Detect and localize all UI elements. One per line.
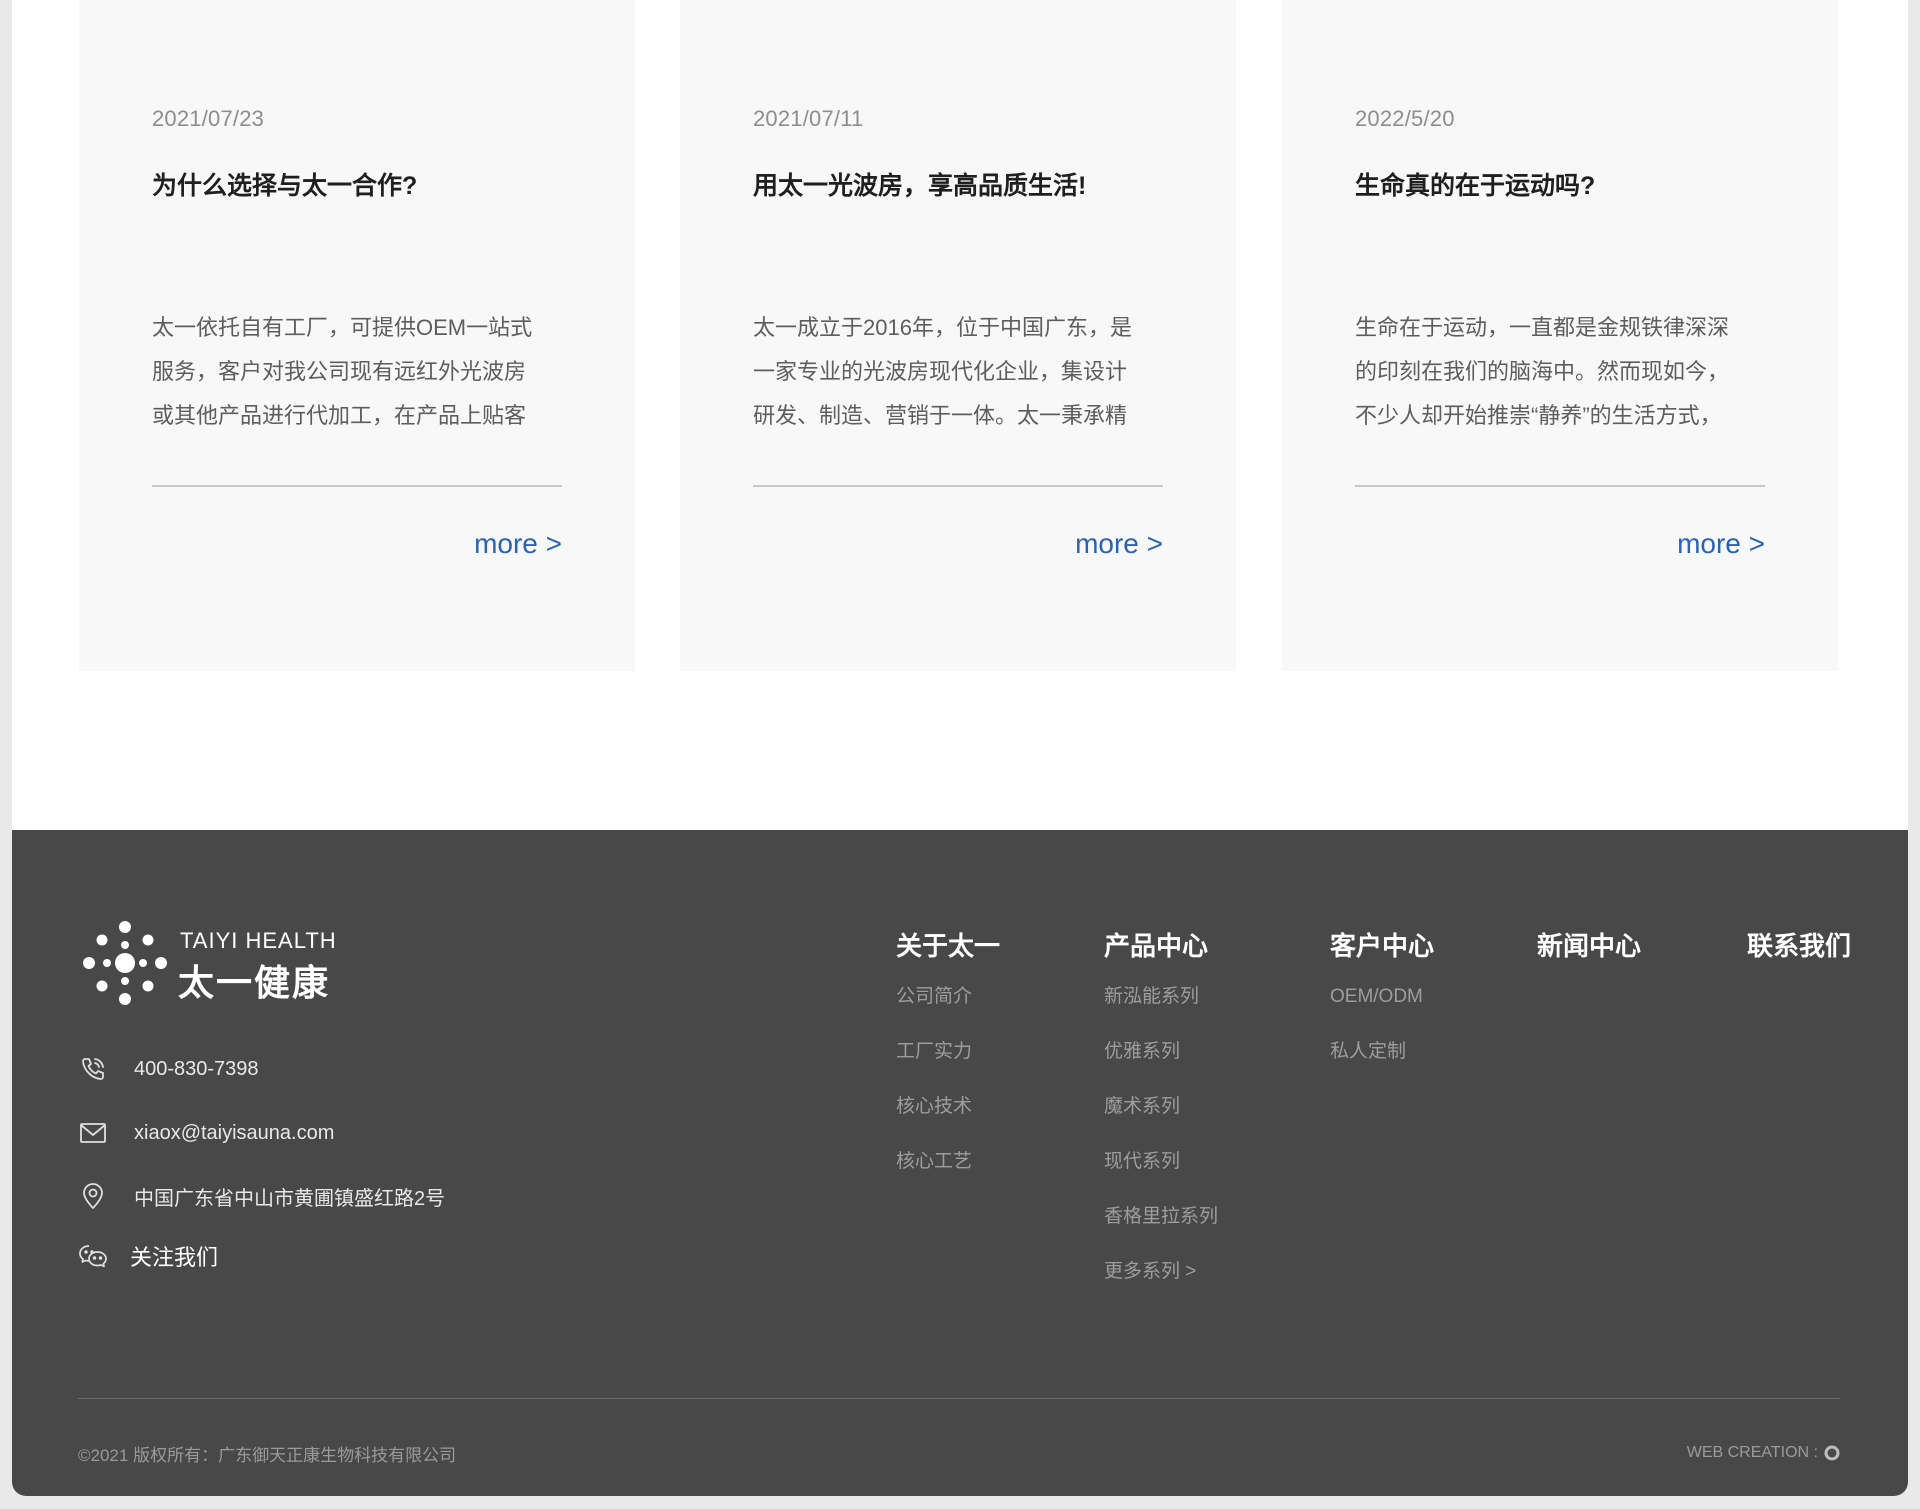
contact-email: xiaox@taiyisauna.com	[78, 1116, 334, 1150]
contact-address: 中国广东省中山市黄圃镇盛红路2号	[78, 1179, 445, 1213]
more-link[interactable]: more >	[474, 528, 562, 560]
excerpt-line: 生命在于运动，一直都是金规铁律深深	[1355, 315, 1730, 340]
more-link[interactable]: more >	[1677, 528, 1765, 560]
more-link[interactable]: more >	[1075, 528, 1163, 560]
footer-nav-products: 产品中心 新泓能系列 优雅系列 魔术系列 现代系列 香格里拉系列 更多系列 >	[1104, 926, 1218, 1317]
location-pin-icon	[78, 1181, 108, 1211]
footer-nav-about: 关于太一 公司简介 工厂实力 核心技术 核心工艺	[896, 926, 1000, 1207]
web-creation-logo-icon	[1824, 1445, 1840, 1461]
excerpt-line: 不少人却开始推崇“静养”的生活方式，	[1355, 403, 1722, 428]
footer-nav-link[interactable]: OEM/ODM	[1330, 987, 1434, 1042]
copyright-text: ©2021 版权所有：广东御天正康生物科技有限公司	[78, 1446, 457, 1465]
card-divider	[152, 485, 562, 487]
footer-nav-link[interactable]: 私人定制	[1330, 1042, 1434, 1097]
site-footer: TAIYI HEALTH 太一健康 400-830-7398 xiaox@tai…	[12, 830, 1908, 1496]
footer-nav-link[interactable]: 公司简介	[896, 987, 1000, 1042]
news-date: 2021/07/23	[152, 106, 265, 131]
footer-divider	[78, 1398, 1840, 1399]
news-title[interactable]: 用太一光波房，享高品质生活!	[753, 166, 1086, 202]
excerpt-line: 太一依托自有工厂，可提供OEM一站式	[152, 315, 533, 340]
footer-nav-news: 新闻中心	[1537, 926, 1641, 963]
footer-nav-heading[interactable]: 联系我们	[1747, 926, 1851, 963]
news-title[interactable]: 生命真的在于运动吗?	[1355, 166, 1595, 202]
phone-number[interactable]: 400-830-7398	[134, 1058, 259, 1081]
wechat-icon[interactable]	[78, 1241, 108, 1271]
news-title[interactable]: 为什么选择与太一合作?	[152, 166, 417, 202]
news-date: 2022/5/20	[1355, 106, 1455, 131]
footer-nav-heading[interactable]: 客户中心	[1330, 926, 1434, 963]
footer-nav-link[interactable]: 现代系列	[1104, 1152, 1218, 1207]
footer-nav-heading[interactable]: 关于太一	[896, 926, 1000, 963]
email-address[interactable]: xiaox@taiyisauna.com	[134, 1122, 334, 1145]
logo-text-en: TAIYI HEALTH	[180, 928, 337, 953]
news-excerpt: 太一依托自有工厂，可提供OEM一站式 服务，客户对我公司现有远红外光波房 或其他…	[152, 306, 564, 438]
news-excerpt: 太一成立于2016年，位于中国广东，是 一家专业的光波房现代化企业，集设计 研发…	[753, 306, 1165, 438]
excerpt-line: 服务，客户对我公司现有远红外光波房	[152, 359, 527, 384]
address-text: 中国广东省中山市黄圃镇盛红路2号	[134, 1187, 446, 1210]
phone-icon	[78, 1054, 108, 1084]
excerpt-line: 的印刻在我们的脑海中。然而现如今，	[1355, 359, 1730, 384]
taiyi-logo-icon	[83, 921, 167, 1005]
news-card[interactable]: 2022/5/20 生命真的在于运动吗? 生命在于运动，一直都是金规铁律深深 的…	[1282, 0, 1838, 671]
footer-nav-link[interactable]: 优雅系列	[1104, 1042, 1218, 1097]
excerpt-line: 太一成立于2016年，位于中国广东，是	[753, 315, 1132, 340]
contact-phone: 400-830-7398	[78, 1052, 259, 1086]
contact-follow[interactable]: 关注我们	[78, 1239, 218, 1273]
footer-nav-link[interactable]: 核心工艺	[896, 1152, 1000, 1207]
footer-nav-link[interactable]: 工厂实力	[896, 1042, 1000, 1097]
footer-logo[interactable]: TAIYI HEALTH 太一健康	[80, 918, 350, 1014]
logo-text-cn: 太一健康	[178, 962, 331, 1003]
follow-us-label[interactable]: 关注我们	[130, 1240, 218, 1272]
excerpt-line: 或其他产品进行代加工，在产品上贴客	[152, 403, 527, 428]
news-section: 2021/07/23 为什么选择与太一合作? 太一依托自有工厂，可提供OEM一站…	[12, 0, 1908, 830]
excerpt-line: 一家专业的光波房现代化企业，集设计	[753, 359, 1128, 384]
excerpt-line: 研发、制造、营销于一体。太一秉承精	[753, 403, 1128, 428]
footer-nav-link[interactable]: 新泓能系列	[1104, 987, 1218, 1042]
footer-nav-link[interactable]: 核心技术	[896, 1097, 1000, 1152]
web-creation-label: WEB CREATION :	[1686, 1444, 1818, 1461]
footer-nav-link[interactable]: 更多系列 >	[1104, 1262, 1218, 1317]
news-excerpt: 生命在于运动，一直都是金规铁律深深 的印刻在我们的脑海中。然而现如今， 不少人却…	[1355, 306, 1767, 438]
news-card[interactable]: 2021/07/11 用太一光波房，享高品质生活! 太一成立于2016年，位于中…	[680, 0, 1236, 671]
card-divider	[1355, 485, 1765, 487]
news-card[interactable]: 2021/07/23 为什么选择与太一合作? 太一依托自有工厂，可提供OEM一站…	[79, 0, 635, 671]
footer-nav-customers: 客户中心 OEM/ODM 私人定制	[1330, 926, 1434, 1097]
news-date: 2021/07/11	[753, 106, 864, 131]
page: 2021/07/23 为什么选择与太一合作? 太一依托自有工厂，可提供OEM一站…	[12, 0, 1908, 1496]
footer-nav-heading[interactable]: 新闻中心	[1537, 926, 1641, 963]
footer-nav-contact: 联系我们	[1747, 926, 1851, 963]
footer-nav-link[interactable]: 香格里拉系列	[1104, 1207, 1218, 1262]
card-divider	[753, 485, 1163, 487]
web-creation-credit[interactable]: WEB CREATION :	[1687, 1444, 1840, 1462]
footer-nav-heading[interactable]: 产品中心	[1104, 926, 1218, 963]
mail-icon	[78, 1118, 108, 1148]
footer-nav-link[interactable]: 魔术系列	[1104, 1097, 1218, 1152]
